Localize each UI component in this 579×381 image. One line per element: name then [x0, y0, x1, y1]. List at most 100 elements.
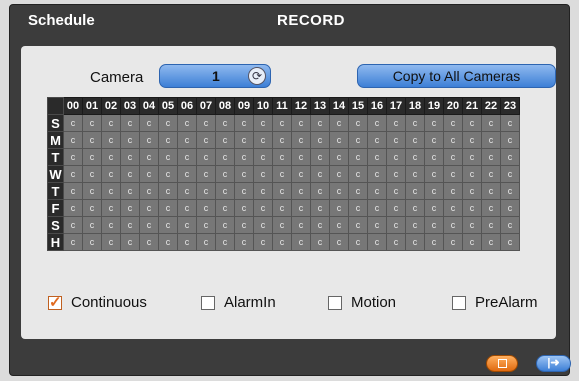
schedule-cell[interactable]: c: [291, 233, 311, 251]
day-header[interactable]: M: [47, 131, 64, 149]
schedule-cell[interactable]: c: [424, 182, 444, 200]
schedule-cell[interactable]: c: [196, 114, 216, 132]
schedule-cell[interactable]: c: [215, 182, 235, 200]
schedule-cell[interactable]: c: [500, 216, 520, 234]
hour-header[interactable]: 01: [82, 97, 102, 115]
schedule-cell[interactable]: c: [234, 216, 254, 234]
schedule-cell[interactable]: c: [329, 114, 349, 132]
schedule-cell[interactable]: c: [424, 216, 444, 234]
schedule-cell[interactable]: c: [272, 216, 292, 234]
schedule-cell[interactable]: c: [386, 165, 406, 183]
schedule-cell[interactable]: c: [348, 165, 368, 183]
day-header[interactable]: F: [47, 199, 64, 217]
schedule-cell[interactable]: c: [101, 148, 121, 166]
schedule-cell[interactable]: c: [139, 165, 159, 183]
schedule-cell[interactable]: c: [329, 148, 349, 166]
hour-header[interactable]: 04: [139, 97, 159, 115]
schedule-cell[interactable]: c: [253, 114, 273, 132]
schedule-cell[interactable]: c: [253, 148, 273, 166]
schedule-cell[interactable]: c: [405, 148, 425, 166]
spin-refresh-icon[interactable]: ⟳: [248, 67, 266, 85]
schedule-cell[interactable]: c: [367, 182, 387, 200]
schedule-cell[interactable]: c: [424, 114, 444, 132]
schedule-cell[interactable]: c: [500, 182, 520, 200]
schedule-cell[interactable]: c: [500, 131, 520, 149]
schedule-cell[interactable]: c: [348, 216, 368, 234]
schedule-cell[interactable]: c: [196, 199, 216, 217]
schedule-cell[interactable]: c: [101, 165, 121, 183]
schedule-cell[interactable]: c: [139, 233, 159, 251]
checkbox[interactable]: [201, 296, 215, 310]
schedule-cell[interactable]: c: [120, 148, 140, 166]
schedule-cell[interactable]: c: [63, 182, 83, 200]
schedule-cell[interactable]: c: [462, 182, 482, 200]
schedule-cell[interactable]: c: [481, 131, 501, 149]
schedule-cell[interactable]: c: [139, 131, 159, 149]
hour-header[interactable]: 23: [500, 97, 520, 115]
copy-to-all-cameras-button[interactable]: Copy to All Cameras: [357, 64, 556, 88]
hour-header[interactable]: 11: [272, 97, 292, 115]
schedule-cell[interactable]: c: [310, 114, 330, 132]
schedule-cell[interactable]: c: [158, 182, 178, 200]
schedule-cell[interactable]: c: [329, 165, 349, 183]
schedule-cell[interactable]: c: [424, 199, 444, 217]
hour-header[interactable]: 10: [253, 97, 273, 115]
schedule-cell[interactable]: c: [481, 165, 501, 183]
schedule-cell[interactable]: c: [101, 216, 121, 234]
schedule-cell[interactable]: c: [367, 114, 387, 132]
schedule-cell[interactable]: c: [82, 199, 102, 217]
schedule-cell[interactable]: c: [215, 148, 235, 166]
schedule-cell[interactable]: c: [215, 131, 235, 149]
schedule-cell[interactable]: c: [462, 131, 482, 149]
schedule-cell[interactable]: c: [234, 148, 254, 166]
hour-header[interactable]: 03: [120, 97, 140, 115]
schedule-cell[interactable]: c: [82, 165, 102, 183]
schedule-cell[interactable]: c: [329, 199, 349, 217]
schedule-cell[interactable]: c: [348, 148, 368, 166]
schedule-cell[interactable]: c: [139, 199, 159, 217]
schedule-cell[interactable]: c: [386, 148, 406, 166]
camera-selector[interactable]: 1 ⟳: [159, 64, 271, 88]
schedule-cell[interactable]: c: [405, 165, 425, 183]
schedule-cell[interactable]: c: [310, 148, 330, 166]
schedule-cell[interactable]: c: [291, 182, 311, 200]
schedule-cell[interactable]: c: [310, 131, 330, 149]
schedule-cell[interactable]: c: [177, 165, 197, 183]
schedule-cell[interactable]: c: [329, 233, 349, 251]
schedule-cell[interactable]: c: [291, 148, 311, 166]
schedule-cell[interactable]: c: [253, 182, 273, 200]
exit-button[interactable]: |➜: [536, 355, 571, 372]
day-header[interactable]: T: [47, 182, 64, 200]
schedule-cell[interactable]: c: [215, 233, 235, 251]
schedule-cell[interactable]: c: [291, 165, 311, 183]
schedule-cell[interactable]: c: [215, 199, 235, 217]
schedule-cell[interactable]: c: [234, 165, 254, 183]
hour-header[interactable]: 07: [196, 97, 216, 115]
schedule-cell[interactable]: c: [158, 165, 178, 183]
hour-header[interactable]: 06: [177, 97, 197, 115]
hour-header[interactable]: 14: [329, 97, 349, 115]
schedule-cell[interactable]: c: [272, 182, 292, 200]
day-header[interactable]: W: [47, 165, 64, 183]
schedule-cell[interactable]: c: [158, 131, 178, 149]
schedule-cell[interactable]: c: [443, 114, 463, 132]
schedule-cell[interactable]: c: [196, 216, 216, 234]
schedule-cell[interactable]: c: [462, 165, 482, 183]
schedule-cell[interactable]: c: [462, 233, 482, 251]
schedule-cell[interactable]: c: [177, 182, 197, 200]
schedule-cell[interactable]: c: [272, 148, 292, 166]
hour-header[interactable]: 18: [405, 97, 425, 115]
schedule-cell[interactable]: c: [367, 165, 387, 183]
hour-header[interactable]: 21: [462, 97, 482, 115]
schedule-cell[interactable]: c: [82, 216, 102, 234]
schedule-cell[interactable]: c: [348, 233, 368, 251]
schedule-cell[interactable]: c: [386, 114, 406, 132]
schedule-cell[interactable]: c: [253, 216, 273, 234]
schedule-cell[interactable]: c: [443, 131, 463, 149]
schedule-cell[interactable]: c: [310, 165, 330, 183]
day-header[interactable]: T: [47, 148, 64, 166]
schedule-cell[interactable]: c: [63, 165, 83, 183]
schedule-cell[interactable]: c: [63, 216, 83, 234]
schedule-cell[interactable]: c: [63, 148, 83, 166]
schedule-cell[interactable]: c: [139, 182, 159, 200]
